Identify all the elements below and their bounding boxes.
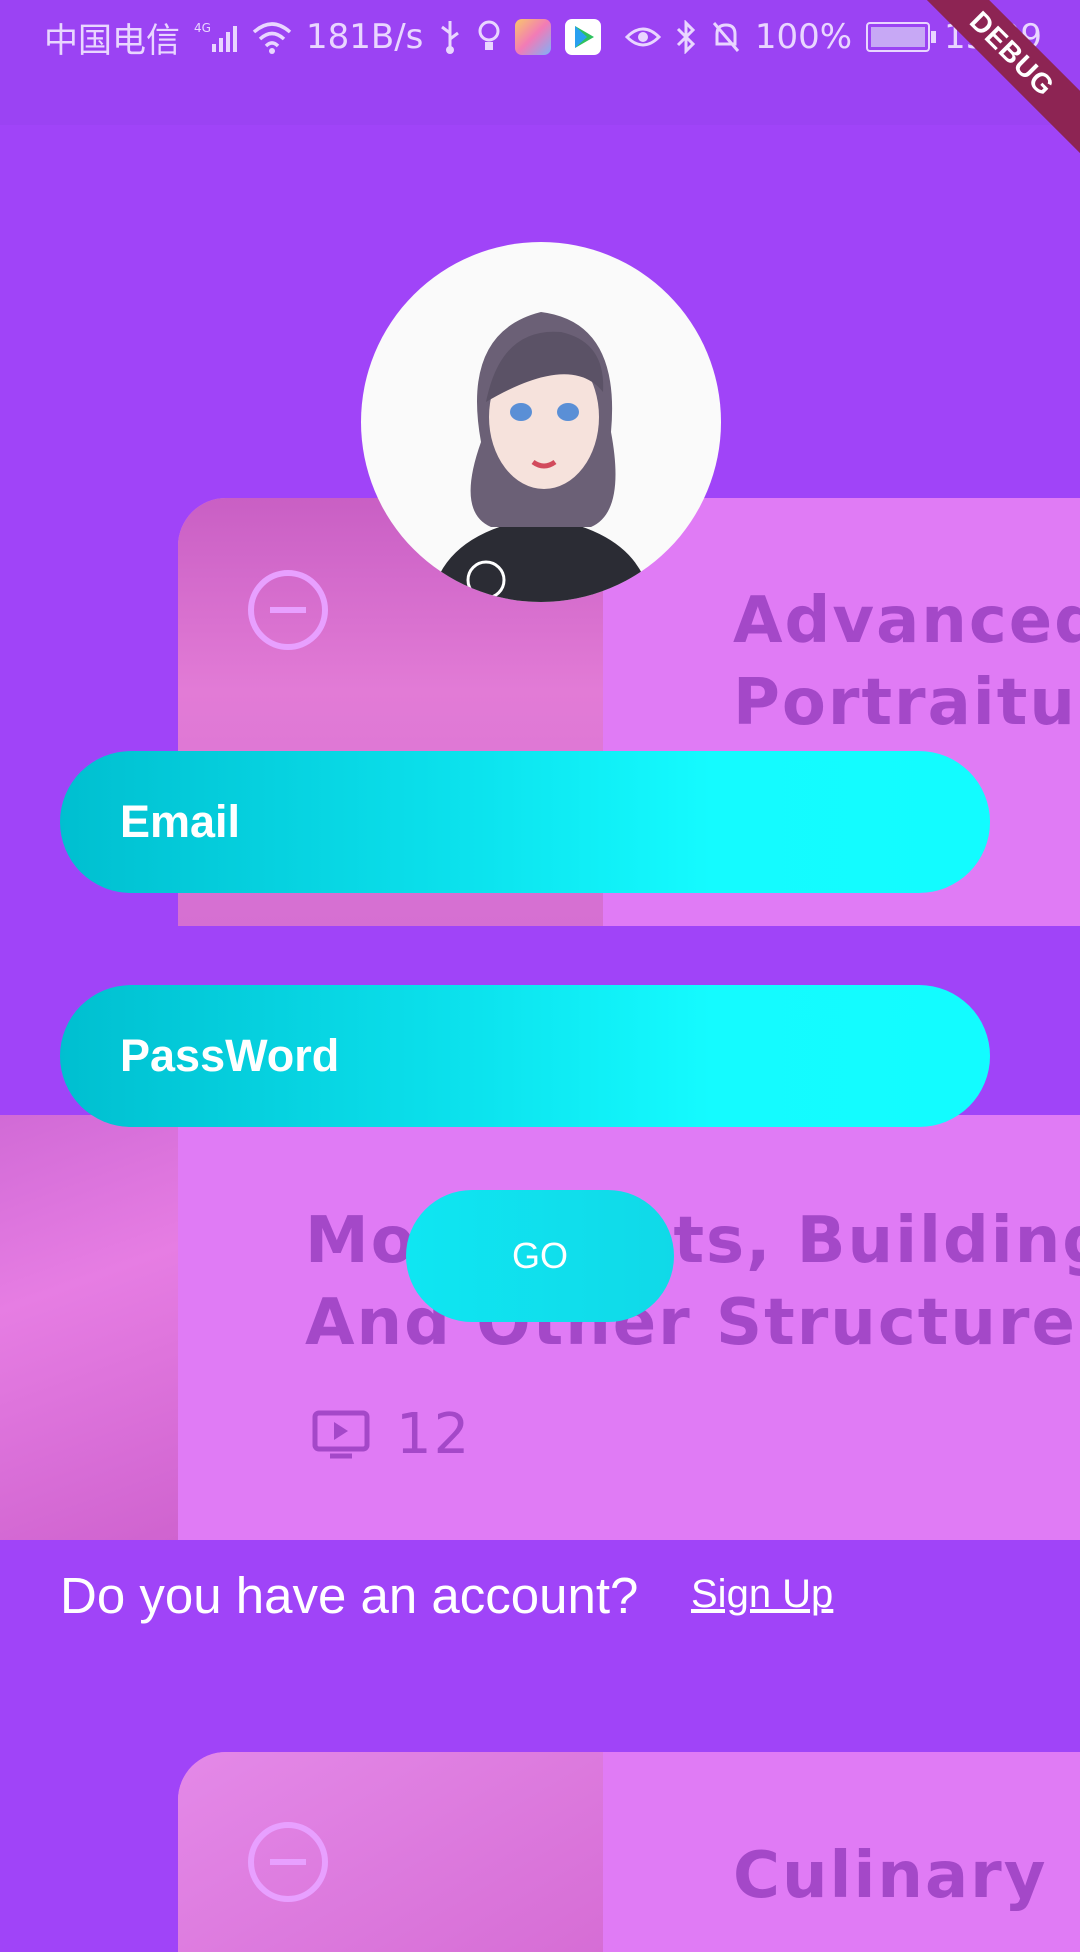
- carrier-name: 中国电信: [44, 20, 180, 61]
- account-question: Do you have an account?: [60, 1567, 639, 1624]
- email-label: Email: [120, 796, 241, 847]
- usb-icon: [441, 21, 460, 54]
- lightbulb-icon: [478, 20, 500, 50]
- background-card-1-title-line1: Advanced: [733, 584, 1080, 658]
- battery-percent: 100%: [754, 17, 853, 57]
- background-card-3-image: [178, 1752, 603, 1952]
- background-card-2-image: [0, 1115, 178, 1540]
- password-label: PassWord: [120, 1030, 340, 1081]
- remove-icon: [248, 1822, 328, 1902]
- wifi-icon: [252, 22, 292, 54]
- background-card-1-title-line2: Portraitu: [733, 666, 1077, 740]
- background-card-3-title: Culinary: [733, 1839, 1048, 1913]
- eye-icon: [624, 27, 661, 47]
- avatar: [361, 242, 721, 602]
- background-card-2-count: 12: [396, 1402, 472, 1467]
- email-field[interactable]: Email: [60, 751, 990, 893]
- network-speed: 181B/s: [306, 17, 424, 57]
- password-field[interactable]: PassWord: [60, 985, 990, 1127]
- status-bar-left: 中国电信 4G 181B/s: [44, 14, 602, 61]
- battery-icon: [866, 22, 937, 52]
- video-icon: [312, 1410, 370, 1459]
- signal-icon: 4G: [194, 21, 237, 52]
- avatar-portrait: [431, 312, 651, 602]
- status-bar: 中国电信 4G 181B/s 100%: [0, 0, 1080, 125]
- photos-app-icon: [515, 19, 552, 55]
- remove-icon: [248, 570, 328, 650]
- bluetooth-icon: [676, 20, 695, 54]
- mute-bell-icon: [712, 22, 739, 52]
- signup-link[interactable]: Sign Up: [691, 1572, 833, 1617]
- play-store-icon: [565, 19, 602, 55]
- go-button[interactable]: GO: [406, 1190, 674, 1322]
- svg-text:4G: 4G: [194, 21, 211, 35]
